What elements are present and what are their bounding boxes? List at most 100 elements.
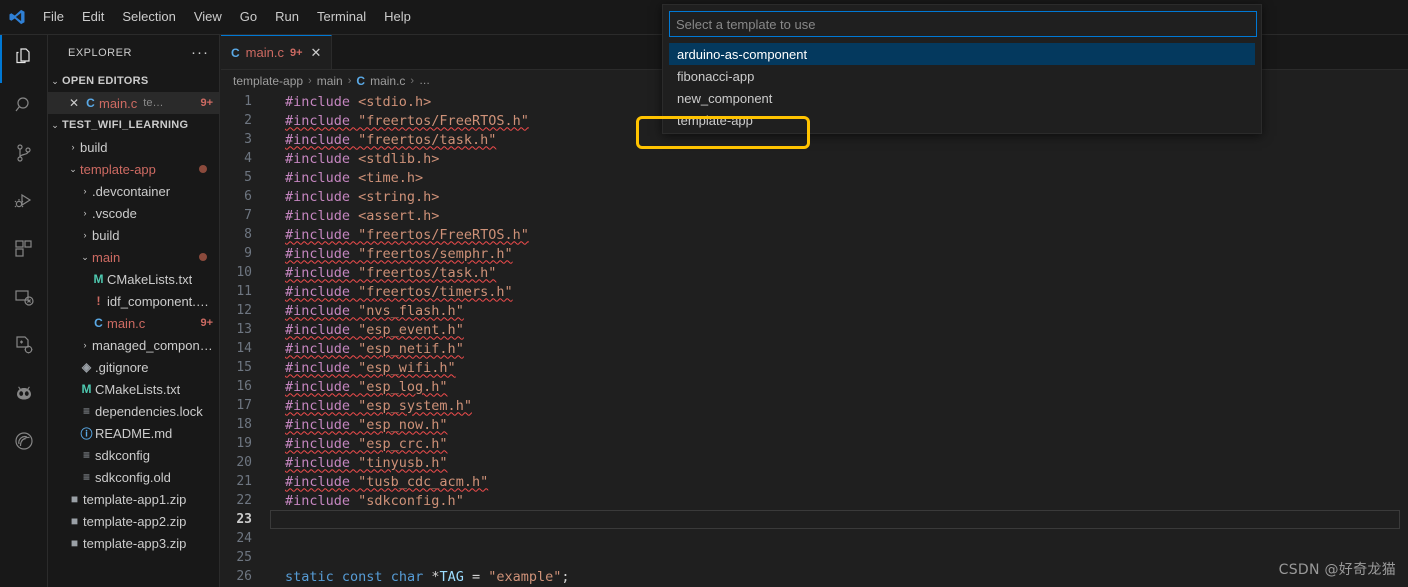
tab-main-c[interactable]: C main.c 9+ ✕ [221,35,333,69]
tree-file-readme-md[interactable]: ⓘ README.md [48,422,219,444]
menu-item-edit[interactable]: Edit [73,6,113,28]
tree-folder-build[interactable]: › build [48,224,219,246]
line-number: 8 [244,227,252,242]
tree-file-dependencies-lock[interactable]: ≡ dependencies.lock [48,400,219,422]
breadcrumb-item-3[interactable]: … [419,75,430,87]
file-type-icon: ≡ [82,404,90,418]
code-line: 23 [221,510,1408,529]
chevron-right-icon: › [71,142,75,152]
code-line: 16 #include "esp_log.h"#include "esp_log.… [221,377,1408,396]
menu-item-help[interactable]: Help [375,6,420,28]
tree-file-cmakelists-txt[interactable]: M CMakeLists.txt [48,378,219,400]
tree-folder-template-app[interactable]: ⌄ template-app [48,158,219,180]
code-token: const [341,568,391,585]
tree-file-sdkconfig[interactable]: ≡ sdkconfig [48,444,219,466]
tree-file--gitignore[interactable]: ◈ .gitignore [48,356,219,378]
tree-folder-managed-compone-[interactable]: › managed_compone… [48,334,219,356]
menu-item-view[interactable]: View [185,6,231,28]
c-file-icon: C [86,96,95,110]
code-line-text: #include "nvs_flash.h"#include "nvs_flas… [261,303,464,319]
line-number: 11 [236,284,252,299]
activity-bar [0,35,48,587]
activity-item-esp-idf[interactable] [0,323,48,371]
menu-item-file[interactable]: File [34,6,73,28]
quick-pick-item-label: template-app [677,112,753,128]
menu-item-selection[interactable]: Selection [113,6,184,28]
tree-file-template-app1-zip[interactable]: ■ template-app1.zip [48,488,219,510]
error-squiggle: #include "esp_netif.h" [285,341,464,357]
activity-item-source-control[interactable] [0,131,48,179]
activity-item-espressif[interactable] [0,419,48,467]
tree-file-main-c[interactable]: Cmain.c 9+ [48,312,219,334]
code-line-text: #include <assert.h> [261,208,439,224]
menu-item-run[interactable]: Run [266,6,308,28]
code-line-text: #include <time.h> [261,170,423,186]
menu-item-go[interactable]: Go [231,6,266,28]
breadcrumb-separator: › [410,75,415,87]
error-squiggle: #include "freertos/timers.h" [285,284,513,300]
close-icon[interactable]: ✕ [66,96,82,110]
tree-item-label: template-app2.zip [83,513,187,529]
code-token: TAG [439,568,464,585]
chevron-right-icon: › [83,186,87,196]
quick-pick-item-fibonacci-app[interactable]: fibonacci-app [669,65,1255,87]
quick-pick-item-new-component[interactable]: new_component [669,87,1255,109]
error-squiggle: #include "freertos/task.h" [285,265,496,281]
error-squiggle: #include "esp_crc.h" [285,436,448,452]
activity-item-extensions[interactable] [0,227,48,275]
chevron-right-icon: › [83,340,87,350]
tree-folder--devcontainer[interactable]: › .devcontainer [48,180,219,202]
code-line: 26 static const char *TAG = "example"; [221,567,1408,586]
activity-item-search[interactable] [0,83,48,131]
tree-file-template-app2-zip[interactable]: ■ template-app2.zip [48,510,219,532]
quick-pick-item-arduino-as-component[interactable]: arduino-as-component [669,43,1255,65]
tree-folder-build[interactable]: › build [48,136,219,158]
breadcrumb-item-0[interactable]: template-app [233,74,303,88]
breadcrumb-item-2[interactable]: main.c [370,74,405,88]
tree-item-label: main.c [107,315,146,331]
code-line-text: #include "freertos/semphr.h"#include "fr… [261,246,513,262]
open-editor-item-main-c[interactable]: ✕ C main.c te… 9+ [48,92,219,114]
menu-items: File Edit Selection View Go Run Terminal… [34,6,420,28]
line-number: 1 [244,94,252,109]
chevron-down-icon: ⌄ [69,163,77,174]
activity-item-run-debug[interactable] [0,179,48,227]
quick-pick-item-template-app[interactable]: template-app [669,109,1255,131]
line-number: 9 [244,246,252,261]
quick-pick-input[interactable] [669,11,1257,37]
more-actions-icon[interactable]: ··· [191,45,209,60]
activity-item-remote-explorer[interactable] [0,275,48,323]
section-open-editors[interactable]: ⌄ OPEN EDITORS [48,70,219,92]
tree-file-cmakelists-txt[interactable]: M CMakeLists.txt [48,268,219,290]
file-type-icon: ■ [70,536,79,550]
breadcrumb-item-1[interactable]: main [317,74,343,88]
tree-item-label: sdkconfig.old [95,469,171,485]
explorer-icon [12,45,36,74]
code-token: = [463,568,489,585]
tree-file-template-app3-zip[interactable]: ■ template-app3.zip [48,532,219,554]
line-number: 2 [244,113,252,128]
code-token: static [285,568,342,585]
code-line-text: #include "esp_wifi.h"#include "esp_wifi.… [261,360,456,376]
file-type-icon: ≡ [82,470,90,484]
code-line: 21 #include "tusb_cdc_acm.h"#include "tus… [221,472,1408,491]
c-file-icon: C [231,45,240,60]
tree-item-label: template-app1.zip [83,491,187,507]
tab-close-icon[interactable]: ✕ [311,45,322,61]
code-line: 19 #include "esp_crc.h"#include "esp_crc.… [221,434,1408,453]
menu-item-terminal[interactable]: Terminal [308,6,375,28]
file-type-icon: ! [96,294,101,308]
tree-file-idf-component-yml[interactable]: ! idf_component.yml [48,290,219,312]
tree-folder-main[interactable]: ⌄ main [48,246,219,268]
error-squiggle: #include "esp_system.h" [285,398,472,414]
tree-folder--vscode[interactable]: › .vscode [48,202,219,224]
code-line-text: #include "freertos/task.h"#include "free… [261,132,496,148]
tree-item-label: .gitignore [95,359,149,375]
tree-file-sdkconfig-old[interactable]: ≡ sdkconfig.old [48,466,219,488]
activity-item-platformio[interactable] [0,371,48,419]
activity-item-explorer[interactable] [0,35,48,83]
error-squiggle: #include "freertos/task.h" [285,132,496,148]
section-workspace[interactable]: ⌄ TEST_WIFI_LEARNING [48,114,219,136]
code-line: 5 #include <time.h> [221,168,1408,187]
code-editor[interactable]: 1 #include <stdio.h> 2 #include "freertos/F… [221,92,1408,587]
